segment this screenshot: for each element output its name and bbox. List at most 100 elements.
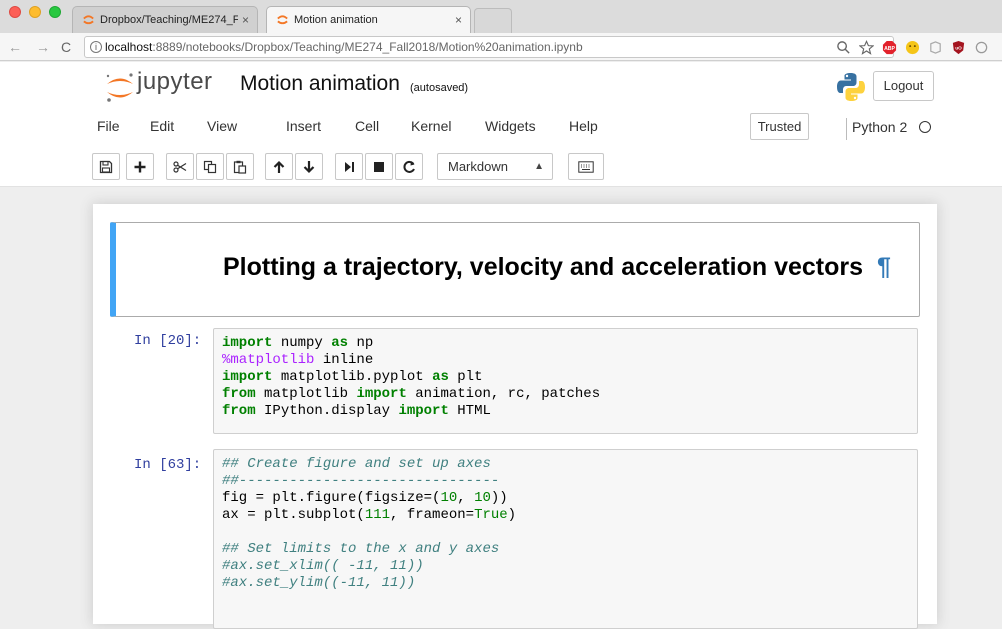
code-cell-imports[interactable]: import numpy as np %matplotlib inline impo… xyxy=(213,328,918,434)
menu-view[interactable]: View xyxy=(207,118,237,134)
ublock-icon[interactable]: uO xyxy=(951,40,966,55)
code-token: ax = plt.subplot( xyxy=(222,507,365,523)
zoom-icon[interactable] xyxy=(836,40,851,55)
code-editor[interactable]: ## Create figure and set up axes ##------… xyxy=(222,456,909,592)
menu-bar: File Edit View Insert Cell Kernel Widget… xyxy=(90,112,945,142)
logout-button[interactable]: Logout xyxy=(873,71,934,101)
bookmark-star-icon[interactable] xyxy=(859,40,874,55)
code-line: fig = plt.figure(figsize=(10, 10)) xyxy=(222,490,909,507)
adblock-icon[interactable]: ABP xyxy=(882,40,897,55)
paste-button[interactable] xyxy=(226,153,254,180)
jupyter-logo-icon[interactable] xyxy=(105,72,135,104)
code-token: ##------------------------------- xyxy=(222,473,500,489)
code-token: import xyxy=(356,386,407,402)
new-tab-button[interactable] xyxy=(474,8,512,33)
menu-edit[interactable]: Edit xyxy=(150,118,174,134)
code-editor[interactable]: import numpy as np %matplotlib inline impo… xyxy=(222,335,909,420)
code-line: ## Create figure and set up axes xyxy=(222,456,909,473)
browser-tab-dropbox[interactable]: Dropbox/Teaching/ME274_Fall × xyxy=(72,6,258,33)
heading-text: Plotting a trajectory, velocity and acce… xyxy=(223,253,864,281)
window-close-button[interactable] xyxy=(9,6,21,18)
browser-tab-motion-animation[interactable]: Motion animation × xyxy=(266,6,471,33)
url-host: localhost xyxy=(105,40,153,54)
cut-button[interactable] xyxy=(166,153,194,180)
markdown-cell[interactable]: Plotting a trajectory, velocity and acce… xyxy=(110,222,920,317)
arrow-down-icon xyxy=(303,161,315,174)
cell-type-value: Markdown xyxy=(448,159,508,174)
window-minimize-button[interactable] xyxy=(29,6,41,18)
copy-icon xyxy=(203,160,217,174)
circle-icon[interactable] xyxy=(974,40,989,55)
restart-icon xyxy=(403,160,415,173)
input-prompt: In [20]: xyxy=(134,333,202,349)
window-zoom-button[interactable] xyxy=(49,6,61,18)
kernel-idle-icon xyxy=(919,121,931,133)
save-status: (autosaved) xyxy=(410,82,469,94)
emoji-icon[interactable] xyxy=(905,40,920,55)
code-line: ## Set limits to the x and y axes xyxy=(222,541,909,558)
restart-button[interactable] xyxy=(395,153,423,180)
info-icon[interactable]: i xyxy=(90,41,102,53)
menu-cell[interactable]: Cell xyxy=(355,118,379,134)
code-cell-figure[interactable]: ## Create figure and set up axes ##------… xyxy=(213,449,918,629)
extension-icon[interactable] xyxy=(928,40,943,55)
command-palette-button[interactable] xyxy=(568,153,604,180)
menu-insert[interactable]: Insert xyxy=(286,118,321,134)
code-token: 111 xyxy=(364,507,391,523)
menu-help[interactable]: Help xyxy=(569,118,598,134)
menu-widgets[interactable]: Widgets xyxy=(485,118,536,134)
save-icon xyxy=(99,160,113,174)
copy-button[interactable] xyxy=(196,153,224,180)
code-token: IPython.display xyxy=(255,403,399,419)
notebook-name[interactable]: Motion animation xyxy=(240,72,400,96)
jupyter-logo-text[interactable]: jupyter xyxy=(137,68,213,96)
code-line: #ax.set_ylim((-11, 11)) xyxy=(222,575,909,592)
code-token: ## Set limits to the x and y axes xyxy=(222,541,500,557)
code-line: %matplotlib inline xyxy=(222,352,909,369)
url-input[interactable]: i localhost:8889/notebooks/Dropbox/Teach… xyxy=(84,36,894,58)
code-token: from xyxy=(222,386,256,402)
run-step-icon xyxy=(345,162,354,172)
markdown-heading: Plotting a trajectory, velocity and acce… xyxy=(223,253,903,282)
interrupt-button[interactable] xyxy=(365,153,393,180)
tab-title: Motion animation xyxy=(294,14,378,26)
code-token: fig = plt.figure(figsize=( xyxy=(222,490,441,506)
jupyter-favicon-icon xyxy=(83,15,94,25)
url-path: :8889/notebooks/Dropbox/Teaching/ME274_F… xyxy=(152,40,583,54)
back-icon[interactable]: ← xyxy=(8,37,22,57)
code-token: ## Create figure and set up axes xyxy=(222,456,491,472)
menu-kernel[interactable]: Kernel xyxy=(411,118,451,134)
forward-icon[interactable]: → xyxy=(36,37,50,57)
scissors-icon xyxy=(173,161,187,173)
code-token: import xyxy=(222,369,273,385)
keyboard-icon xyxy=(578,161,594,173)
svg-text:ABP: ABP xyxy=(884,46,895,52)
kernel-name[interactable]: Python 2 xyxy=(852,119,907,135)
trusted-indicator[interactable]: Trusted xyxy=(750,113,809,140)
browser-tab-bar: Dropbox/Teaching/ME274_Fall × Motion ani… xyxy=(0,0,1002,33)
kernel-divider xyxy=(846,118,847,140)
stop-icon xyxy=(374,162,384,172)
run-button[interactable] xyxy=(335,153,363,180)
code-line: #ax.set_xlim(( -11, 11)) xyxy=(222,558,909,575)
code-token: ) xyxy=(507,507,517,523)
cell-type-select[interactable]: Markdown ▲ xyxy=(437,153,553,180)
insert-cell-button[interactable] xyxy=(126,153,154,180)
heading-anchor-link[interactable]: ¶ xyxy=(877,253,891,281)
code-token: True xyxy=(474,507,508,523)
move-down-button[interactable] xyxy=(295,153,323,180)
code-line: from matplotlib import animation, rc, pa… xyxy=(222,386,909,403)
menu-file[interactable]: File xyxy=(97,118,120,134)
notebook-scroll-area[interactable]: Plotting a trajectory, velocity and acce… xyxy=(0,188,1002,629)
reload-icon[interactable]: C xyxy=(61,37,71,57)
move-up-button[interactable] xyxy=(265,153,293,180)
close-icon[interactable]: × xyxy=(455,7,462,33)
code-line: import numpy as np xyxy=(222,335,909,352)
close-icon[interactable]: × xyxy=(242,7,249,33)
code-token: plt xyxy=(448,369,483,385)
select-caret-icon: ▲ xyxy=(534,161,544,172)
notebook-page: Plotting a trajectory, velocity and acce… xyxy=(93,204,937,629)
save-button[interactable] xyxy=(92,153,120,180)
code-token: , frameon= xyxy=(390,507,475,523)
